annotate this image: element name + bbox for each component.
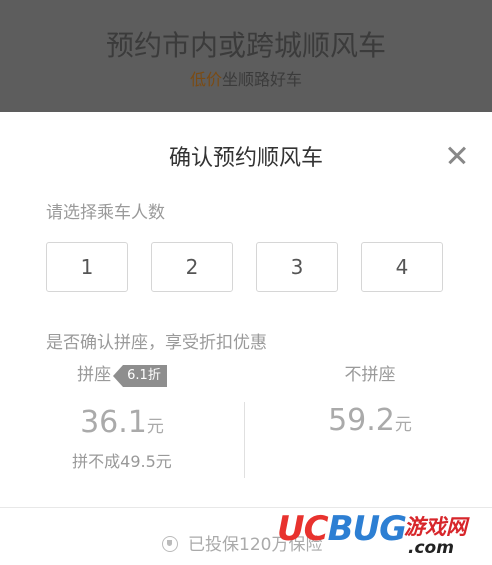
no-carpool-price-unit: 元 bbox=[394, 415, 412, 435]
seat-option-2[interactable]: 2 bbox=[151, 242, 233, 292]
carpool-price-unit: 元 bbox=[146, 417, 164, 437]
options-divider bbox=[244, 402, 245, 478]
no-carpool-price: 59.2元 bbox=[270, 403, 470, 438]
watermark-bug: BUG bbox=[327, 509, 407, 549]
carpool-price: 36.1元 bbox=[22, 405, 222, 440]
footer-divider bbox=[0, 507, 492, 508]
banner-subtitle: 低价坐顺路好车 bbox=[0, 66, 492, 90]
carpool-label: 拼座 bbox=[77, 365, 112, 385]
carpool-price-value: 36.1 bbox=[80, 405, 147, 440]
watermark-logo: UCBUG bbox=[277, 509, 407, 549]
watermark-cn: 游戏网 bbox=[404, 515, 467, 539]
passenger-count-label: 请选择乘车人数 bbox=[46, 203, 165, 223]
confirm-booking-dialog: 确认预约顺风车 请选择乘车人数 1 2 3 4 是否确认拼座，享受折扣优惠 拼座… bbox=[0, 112, 492, 565]
carpool-option[interactable]: 拼座 6.1折 36.1元 拼不成49.5元 bbox=[22, 360, 222, 472]
no-carpool-price-value: 59.2 bbox=[328, 403, 395, 438]
watermark-domain: .com bbox=[408, 538, 454, 558]
banner-subtitle-rest: 坐顺路好车 bbox=[222, 70, 303, 89]
watermark-uc: UC bbox=[277, 509, 329, 549]
no-carpool-label: 不拼座 bbox=[344, 365, 396, 385]
discount-tag: 6.1折 bbox=[113, 365, 167, 387]
shield-icon bbox=[162, 536, 178, 552]
banner-subtitle-highlight: 低价 bbox=[189, 70, 222, 89]
carpool-fallback-note: 拼不成49.5元 bbox=[72, 452, 172, 471]
banner-title: 预约市内或跨城顺风车 bbox=[105, 29, 386, 62]
carpool-prompt-label: 是否确认拼座，享受折扣优惠 bbox=[46, 333, 267, 353]
close-icon[interactable] bbox=[442, 140, 472, 170]
seat-option-1[interactable]: 1 bbox=[46, 242, 128, 292]
no-carpool-option[interactable]: 不拼座 59.2元 bbox=[270, 360, 470, 438]
seat-option-4[interactable]: 4 bbox=[361, 242, 443, 292]
seat-option-3[interactable]: 3 bbox=[256, 242, 338, 292]
dialog-title: 确认预约顺风车 bbox=[168, 146, 323, 171]
backdrop-banner: 预约市内或跨城顺风车 低价坐顺路好车 bbox=[0, 0, 492, 112]
